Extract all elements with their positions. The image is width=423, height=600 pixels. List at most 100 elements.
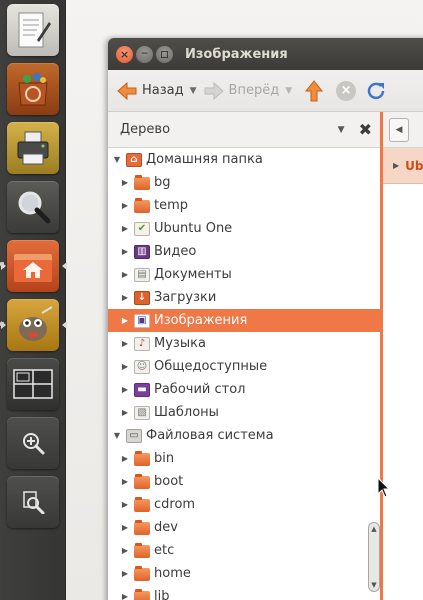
expander-down-icon[interactable]: ▼ [112,155,122,164]
expander-right-icon[interactable]: ▶ [120,362,130,371]
tree-row-label: Общедоступные [154,359,268,374]
desktop-folder-icon: ▬ [134,382,150,397]
tree-row[interactable]: ▶ home [108,562,380,585]
folder-icon [134,450,150,466]
tree-row[interactable]: ▼ ▭ Файловая система [108,424,380,447]
close-side-pane-icon[interactable]: ✖ [359,120,372,139]
close-window-button[interactable]: × [116,45,133,63]
expander-right-icon[interactable]: ▶ [120,477,130,486]
titlebar: × − Изображения [108,38,423,70]
tree-row[interactable]: ▶ ↓ Загрузки [108,286,380,309]
expander-right-icon[interactable]: ▶ [120,385,130,394]
expander-right-icon[interactable]: ▶ [120,270,130,279]
main-pane: ◀ ▶ Ub [383,112,423,600]
launcher-text-editor[interactable] [7,4,59,56]
launcher-software-center[interactable] [7,63,59,115]
back-history-dropdown[interactable]: ▼ [190,86,197,96]
tree-row[interactable]: ▶ dev [108,516,380,539]
launcher-zoom-fit[interactable] [7,476,59,528]
folder-icon [134,174,150,190]
expander-right-icon[interactable]: ▶ [120,316,130,325]
tree-row-label: Музыка [154,336,206,351]
reload-icon[interactable] [366,81,386,101]
tree-row[interactable]: ▶ cdrom [108,493,380,516]
forward-history-dropdown[interactable]: ▼ [285,86,292,96]
tree-row[interactable]: ▼ ⌂ Домашняя папка [108,148,380,171]
home-folder-icon [14,254,52,282]
expander-right-icon[interactable]: ▶ [120,201,130,210]
launcher-workspace-switcher[interactable] [7,358,59,410]
video-folder-icon: ▥ [134,244,150,259]
tree-row[interactable]: ▶ ▥ Видео [108,240,380,263]
window-content: Дерево ▼ ✖ ▼ ⌂ Домашняя папка ▶ bg ▶ temp ▶ ✔ Ubu… [108,112,423,600]
tree-row[interactable]: ▶ bin [108,447,380,470]
stop-icon[interactable]: × [336,80,357,101]
expander-right-icon[interactable]: ▶ [120,546,130,555]
tree-row[interactable]: ▶ etc [108,539,380,562]
launcher-gimp[interactable] [1,299,67,351]
launcher-running-pip [0,262,4,266]
folder-icon [134,496,150,512]
tree-row-label: Домашняя папка [146,152,263,167]
launcher-zoom-in[interactable] [7,417,59,469]
magnifier-icon [18,191,51,224]
expander-right-icon[interactable]: ▶ [120,408,130,417]
side-pane-type-label[interactable]: Дерево [120,122,170,137]
launcher-home-folder[interactable] [1,240,67,292]
music-folder-icon: ♪ [134,336,150,351]
expander-right-icon[interactable]: ▶ [120,339,130,348]
tree-row[interactable]: ▶ ▧ Шаблоны [108,401,380,424]
tree-row[interactable]: ▶ temp [108,194,380,217]
tree-row-label: bin [154,451,175,466]
zoom-fit-icon [23,491,45,514]
tree-row[interactable]: ▶ bg [108,171,380,194]
tree-row[interactable]: ▶ ▬ Рабочий стол [108,378,380,401]
folder-icon [134,588,150,600]
expander-right-icon[interactable]: ▶ [120,592,130,600]
tree-row-label: boot [154,474,184,489]
expander-right-icon[interactable]: ▶ [120,178,130,187]
tree-row[interactable]: ▶ lib [108,585,380,600]
forward-arrow-icon [204,81,224,100]
tree-row-label: Видео [154,244,197,259]
tree-row-label: Документы [154,267,232,282]
tree-row-label: etc [154,543,175,558]
tree-row[interactable]: ▶ ☺ Общедоступные [108,355,380,378]
tree-row-label: Изображения [154,313,248,328]
path-bar-left-arrow[interactable]: ◀ [389,118,409,142]
launcher-printer[interactable] [7,122,59,174]
side-pane-type-dropdown-icon[interactable]: ▼ [338,125,345,135]
expander-right-icon[interactable]: ▶ [120,569,130,578]
software-center-icon [18,73,48,106]
drive-icon: ▭ [126,428,142,443]
forward-button[interactable]: Вперёд [203,81,279,101]
back-button[interactable]: Назад [116,81,184,101]
tree-row-label: Файловая система [146,428,274,443]
expander-down-icon[interactable]: ▼ [112,431,122,440]
launcher [0,0,67,600]
minimize-window-button[interactable]: − [136,45,153,63]
tree-row[interactable]: ▶ ✔ Ubuntu One [108,217,380,240]
expander-right-icon[interactable]: ▶ [120,500,130,509]
tree-row[interactable]: ▶ ▤ Документы [108,263,380,286]
expander-right-icon[interactable]: ▶ [120,224,130,233]
scroll-down-icon[interactable]: ▼ [371,581,376,589]
location-crumb[interactable]: ▶ Ub [383,148,423,184]
tree-row-label: home [154,566,191,581]
tree-scrollbar[interactable]: ▲ ▼ [368,522,380,592]
tree-row[interactable]: ▶ ▣ Изображения [108,309,380,332]
tree-row-label: lib [154,589,170,600]
expander-right-icon[interactable]: ▶ [120,247,130,256]
expander-right-icon[interactable]: ▶ [120,454,130,463]
up-arrow-icon[interactable] [304,79,324,102]
close-icon: × [119,47,130,61]
printer-icon [17,131,49,165]
tree-row[interactable]: ▶ boot [108,470,380,493]
maximize-window-button[interactable] [156,45,173,63]
workspace-switcher-icon [13,369,53,399]
expander-right-icon[interactable]: ▶ [120,523,130,532]
scroll-up-icon[interactable]: ▲ [371,525,376,533]
tree-row[interactable]: ▶ ♪ Музыка [108,332,380,355]
launcher-search[interactable] [7,181,59,233]
expander-right-icon[interactable]: ▶ [120,293,130,302]
